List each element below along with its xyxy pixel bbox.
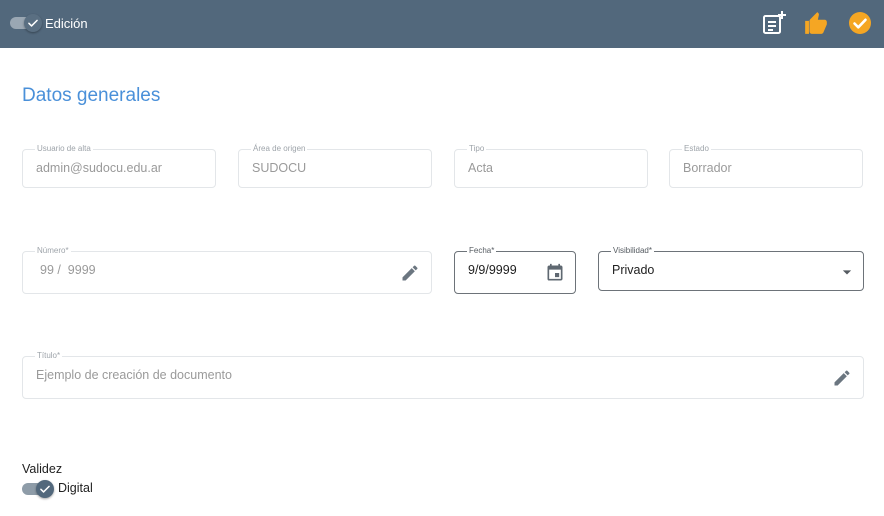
numero-label: Número* — [35, 246, 71, 256]
note-add-icon[interactable] — [761, 10, 787, 36]
visibilidad-value: Privado — [612, 263, 655, 277]
edit-pencil-icon[interactable] — [400, 263, 420, 283]
usuario-value: admin@sudocu.edu.ar — [36, 161, 162, 175]
numero-value: 99 / 9999 — [40, 263, 96, 277]
numero-field: Número* 99 / 9999 — [22, 246, 432, 294]
usuario-field: Usuario de alta admin@sudocu.edu.ar — [22, 144, 216, 188]
section-title: Datos generales — [22, 85, 161, 106]
top-bar: Edición — [0, 0, 884, 48]
calendar-icon[interactable] — [545, 263, 565, 283]
toggle-knob — [24, 14, 42, 32]
check-circle-icon[interactable] — [848, 11, 874, 37]
tipo-label: Tipo — [467, 144, 487, 154]
digital-toggle[interactable] — [22, 480, 56, 498]
toggle-knob — [36, 480, 54, 498]
dropdown-arrow-icon[interactable] — [837, 262, 857, 282]
edit-label: Edición — [45, 16, 88, 31]
check-icon — [40, 485, 50, 493]
titulo-value: Ejemplo de creación de documento — [36, 368, 232, 382]
validez-label: Validez — [22, 462, 63, 476]
titulo-label: Título* — [35, 351, 63, 361]
visibilidad-label: Visibilidad* — [611, 246, 654, 256]
usuario-label: Usuario de alta — [35, 144, 93, 154]
area-field: Área de origen SUDOCU — [238, 144, 432, 188]
fecha-label: Fecha* — [467, 246, 497, 256]
visibilidad-select[interactable]: Visibilidad* Privado — [598, 246, 864, 291]
check-icon — [28, 19, 38, 27]
thumbs-up-icon[interactable] — [803, 10, 829, 36]
edit-toggle[interactable] — [10, 14, 44, 32]
digital-label: Digital — [58, 481, 93, 495]
area-value: SUDOCU — [252, 161, 307, 175]
estado-value: Borrador — [683, 161, 732, 175]
edit-pencil-icon[interactable] — [832, 368, 852, 388]
fecha-field[interactable]: Fecha* 9/9/9999 — [454, 246, 576, 294]
tipo-value: Acta — [468, 161, 494, 175]
estado-field: Estado Borrador — [669, 144, 863, 188]
estado-label: Estado — [682, 144, 711, 154]
tipo-field: Tipo Acta — [454, 144, 648, 188]
area-label: Área de origen — [251, 144, 308, 154]
titulo-field: Título* Ejemplo de creación de documento — [22, 351, 864, 399]
fecha-value: 9/9/9999 — [468, 263, 517, 277]
